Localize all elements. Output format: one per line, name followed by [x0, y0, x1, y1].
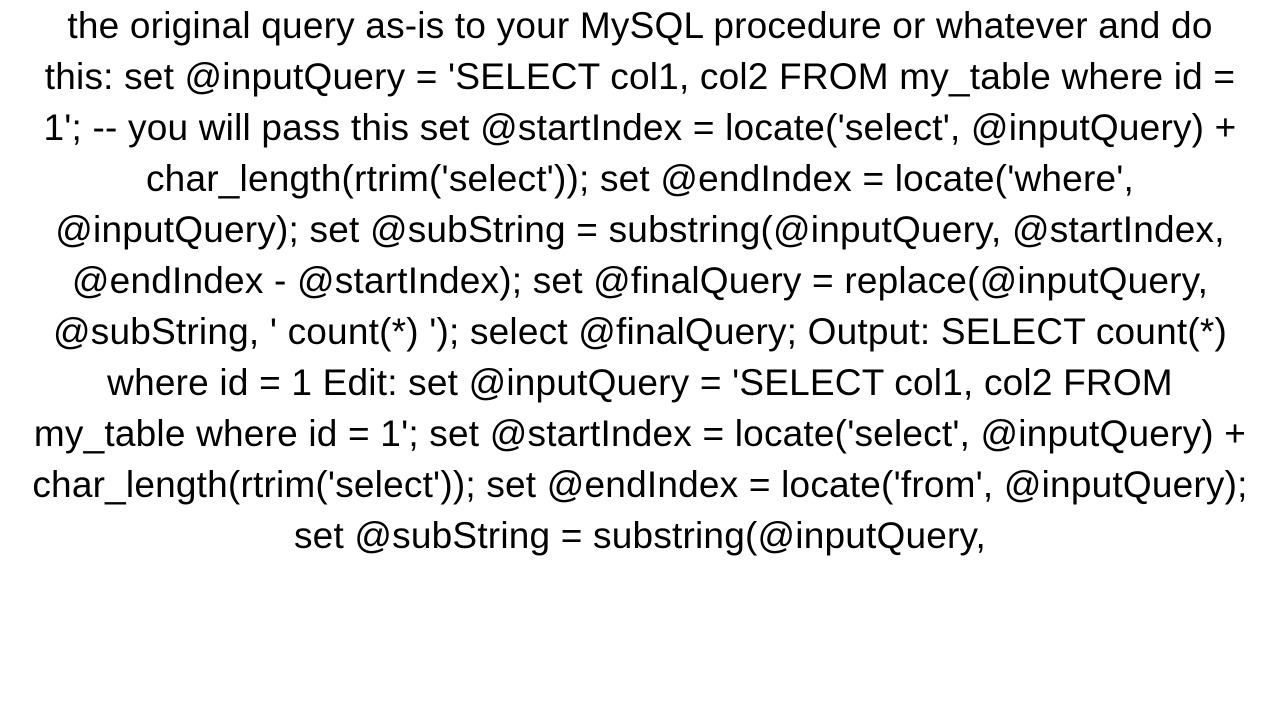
document-body-text: the original query as-is to your MySQL p…	[0, 0, 1280, 562]
